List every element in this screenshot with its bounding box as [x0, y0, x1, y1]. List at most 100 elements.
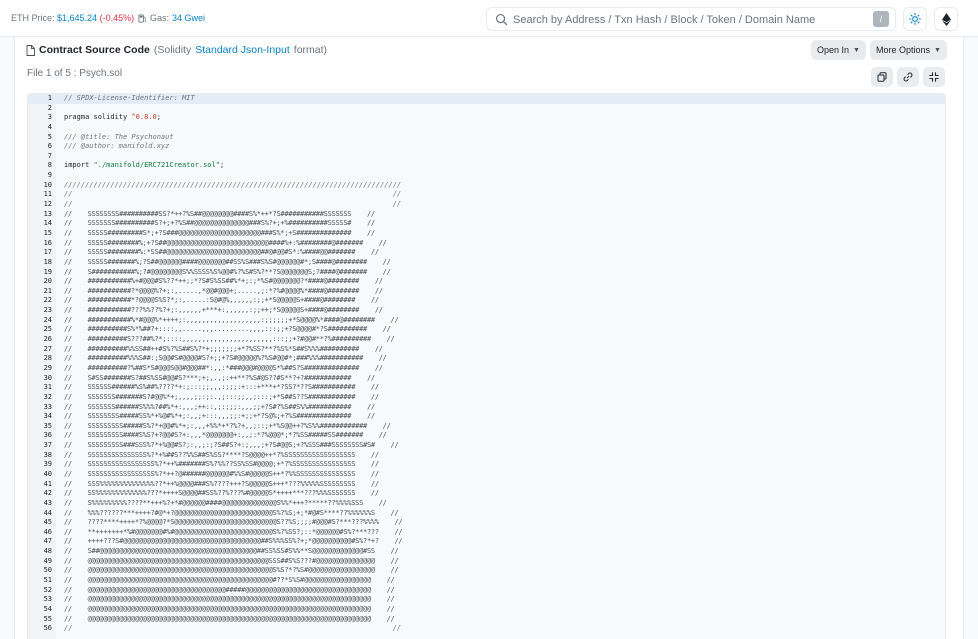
line-number: 23: [43, 306, 52, 315]
code-text: // SSSSSSS#######S?#@@%*+;,,,,;;:;:.,;::…: [64, 392, 379, 401]
code-text: pragma solidity ^0.8.0;: [64, 113, 161, 122]
code-text: // SSSSSSS##########S?+;+?%S##@@@@@@@@@@…: [64, 219, 375, 228]
fullscreen-button[interactable]: [923, 67, 945, 87]
line-number: 17: [43, 248, 52, 257]
code-lines: 1 // SPDX-License-Identifier: MIT 2 3 pragma…: [28, 94, 945, 634]
gas-value[interactable]: 34 Gwei: [172, 13, 205, 23]
code-text: // ##########S???##%?*;::::,,,,,,,,,,,,,…: [64, 335, 395, 344]
line-number: 1: [47, 94, 52, 102]
code-line: 6 /// @author: manifold.xyz: [28, 142, 945, 152]
line-number: 36: [43, 431, 52, 440]
permalink-button[interactable]: [897, 67, 919, 87]
code-text: import "./manifold/ERC721Creator.sol";: [64, 161, 225, 170]
theme-toggle-button[interactable]: [903, 7, 927, 31]
line-number: 39: [43, 460, 52, 469]
code-line: 36 // SSSSSSSSS####S%S?+?@@#S?+:,,,*@@@@@…: [28, 431, 945, 441]
code-text: // **+++++++*%#@@@@@@@#%#@@@@@@@@@@@@@@@…: [64, 527, 403, 536]
line-number: 30: [43, 373, 52, 382]
gas-label: Gas:: [150, 13, 170, 23]
code-line: 25 // ##########S%*%##?+::::,,.....,,,...…: [28, 325, 945, 335]
line-number: 10: [43, 180, 52, 189]
eth-price-value[interactable]: $1,645.24: [57, 13, 97, 23]
line-number: 20: [43, 277, 52, 286]
copy-button[interactable]: [871, 67, 893, 87]
code-text: /// @author: manifold.xyz: [64, 142, 170, 151]
code-text: // ###########%+#@@@#S%??*++;;*?S#S%SS##…: [64, 277, 383, 286]
code-text: // S###########%;?#@@@@@@@@S%%SSSS%S%@@#…: [64, 267, 391, 276]
code-text: // @@@@@@@@@@@@@@@@@@@@@@@@@@@@@@@@@@@@@…: [64, 556, 399, 565]
code-line: 39 // SSSSSSSSSSSSSSSSS%?*++%#######S%?%%…: [28, 460, 945, 470]
code-line: 13 // SSSSSSSS##########SS?*++?%S##@@@@@@…: [28, 210, 945, 220]
line-number: 12: [43, 200, 52, 209]
code-text: // SSSSS########%;+?S##@@@@@@@@@@@@@@@@@…: [64, 238, 387, 247]
line-number: 46: [43, 527, 52, 536]
code-line: 27 // ##########%%SS##++#S%?%S##S%?*+;;;;…: [28, 345, 945, 355]
code-line: 15 // SSSSS#########S*;+?S###@@@@@@@@@@@@…: [28, 229, 945, 239]
line-number: 4: [47, 122, 52, 131]
code-text: // SSSSSSSSSSSSSSSSS%?*++?@######@@@@@@#…: [64, 469, 379, 478]
more-options-button[interactable]: More Options ▼: [870, 40, 947, 60]
code-text: // SSSSSSSSSSSSSSS%?*+%##S??%%S##S%SS?**…: [64, 450, 379, 459]
language-format-link[interactable]: Standard Json-Input: [195, 44, 290, 56]
line-number: 51: [43, 576, 52, 585]
code-text: // ##########S%*%##?+::::,,.....,,,.....…: [64, 325, 391, 334]
code-line: 43 // S%%%%%%%%%????**+++%?+*#@@@@@@####@…: [28, 499, 945, 509]
chevron-down-icon: ▼: [934, 46, 941, 54]
code-line: 31 // SSSSSS######%S%##%????*+:;:::;;,,,:…: [28, 383, 945, 393]
code-text: // SSSSSSSS##########SS?*++?%S##@@@@@@@@…: [64, 209, 375, 218]
line-number: 9: [47, 171, 52, 180]
code-text: // @@@@@@@@@@@@@@@@@@@@@@@@@@@@@@@@@@@@@…: [64, 614, 395, 623]
code-text: // SSSSSSSSS####S%S?+?@@#S?+:,,,*@@@@@@@…: [64, 431, 387, 440]
open-in-button[interactable]: Open In ▼: [811, 40, 866, 60]
code-text: // @@@@@@@@@@@@@@@@@@@@@@@@@@@@@@@@@@@@@…: [64, 566, 399, 575]
code-text: // ###########*?@@@@S%S?*;:,.....:S@#@%,…: [64, 296, 379, 305]
file-label: File 1 of 5 : Psych.sol: [27, 68, 123, 79]
code-text: // @@@@@@@@@@@@@@@@@@@@@@@@@@@@@@@@@@@@@…: [64, 576, 395, 585]
line-number: 22: [43, 296, 52, 305]
code-text: // SSSSS########%:*SS##@@@@@@@@@@@@@@@@@…: [64, 248, 379, 257]
code-line: 46 // **+++++++*%#@@@@@@@#%#@@@@@@@@@@@@@…: [28, 528, 945, 538]
line-number: 44: [43, 508, 52, 517]
code-text: // @@@@@@@@@@@@@@@@@@@@@@@@@@@@@@@@@@@@@…: [64, 604, 395, 613]
line-number: 40: [43, 469, 52, 478]
line-number: 54: [43, 604, 52, 613]
code-line: 33 // SSSSSSS######S%%%?##%*+:,,,;++::,;:…: [28, 403, 945, 413]
line-number: 25: [43, 325, 52, 334]
code-line: 51 // @@@@@@@@@@@@@@@@@@@@@@@@@@@@@@@@@@@…: [28, 576, 945, 586]
line-number: 13: [43, 209, 52, 218]
code-line: 54 // @@@@@@@@@@@@@@@@@@@@@@@@@@@@@@@@@@@…: [28, 605, 945, 615]
code-line: 34 // SSSSSSSS#####SS%*+%@#%*+;:,,;+:::,,…: [28, 412, 945, 422]
code-text: // SSSSSSS######S%%%?##%*+:,,,;++::,;:;;…: [64, 402, 375, 411]
line-number: 41: [43, 479, 52, 488]
code-text: // SSS%%%%%%%%%%%%%%??*++%@@@@###S%????+…: [64, 479, 379, 488]
code-line: 32 // SSSSSSS#######S?#@@%*+;,,,,;;:;:.,;…: [28, 393, 945, 403]
code-line: 21 // ###########?*@@@@%?+;:,.....,*@@#@@…: [28, 287, 945, 297]
line-number: 33: [43, 402, 52, 411]
code-text: // SSSSS#########S*;+?S###@@@@@@@@@@@@@@…: [64, 228, 375, 237]
file-icon: [26, 44, 35, 56]
line-number: 3: [47, 113, 52, 122]
chevron-down-icon: ▼: [853, 46, 860, 54]
eth-price: ETH Price: $1,645.24 (-0.45%): [11, 13, 134, 23]
code-text: // SSSSS#######%;?S##@@@@@@####@@@@@@@##…: [64, 257, 391, 266]
code-text: // ###########%*#@@@%*++++;:,,,,,,,,,,,,…: [64, 315, 399, 324]
search-box[interactable]: /: [486, 7, 896, 31]
search-input[interactable]: [513, 11, 853, 28]
code-line: 28 // ##########%%%S##:;S@@#S#@@@@#S?+;;+…: [28, 354, 945, 364]
code-text: // ##########?%##S*S#@@@S@@#@@@##*:,,:*#…: [64, 363, 383, 372]
code-line: 20 // ###########%+#@@@#S%??*++;;*?S#S%SS…: [28, 277, 945, 287]
line-number: 43: [43, 498, 52, 507]
code-line: 24 // ###########%*#@@@%*++++;:,,,,,,,,,,…: [28, 316, 945, 326]
code-text: // SSSSSSSSS###SSS%?*+%@@#S?;:,,;:;?S##S…: [64, 441, 399, 450]
code-text: // S##@@@@@@@@@@@@@@@@@@@@@@@@@@@@@@@@@@…: [64, 547, 399, 556]
line-number: 53: [43, 595, 52, 604]
code-text: // SSSSSSSSS#####S%?*+@@#%*+;:,,,+%%*+*?…: [64, 421, 391, 430]
language-prefix: (Solidity: [153, 44, 192, 56]
search-shortcut-key: /: [873, 11, 889, 27]
line-number: 49: [43, 556, 52, 565]
code-line: 44 // %%%??????***++++?#@*+?@@@@@@@@@@@@@…: [28, 509, 945, 519]
line-number: 18: [43, 257, 52, 266]
network-button[interactable]: [934, 7, 958, 31]
code-editor[interactable]: 1 // SPDX-License-Identifier: MIT 2 3 pragma…: [27, 93, 946, 639]
line-number: 5: [47, 132, 52, 141]
